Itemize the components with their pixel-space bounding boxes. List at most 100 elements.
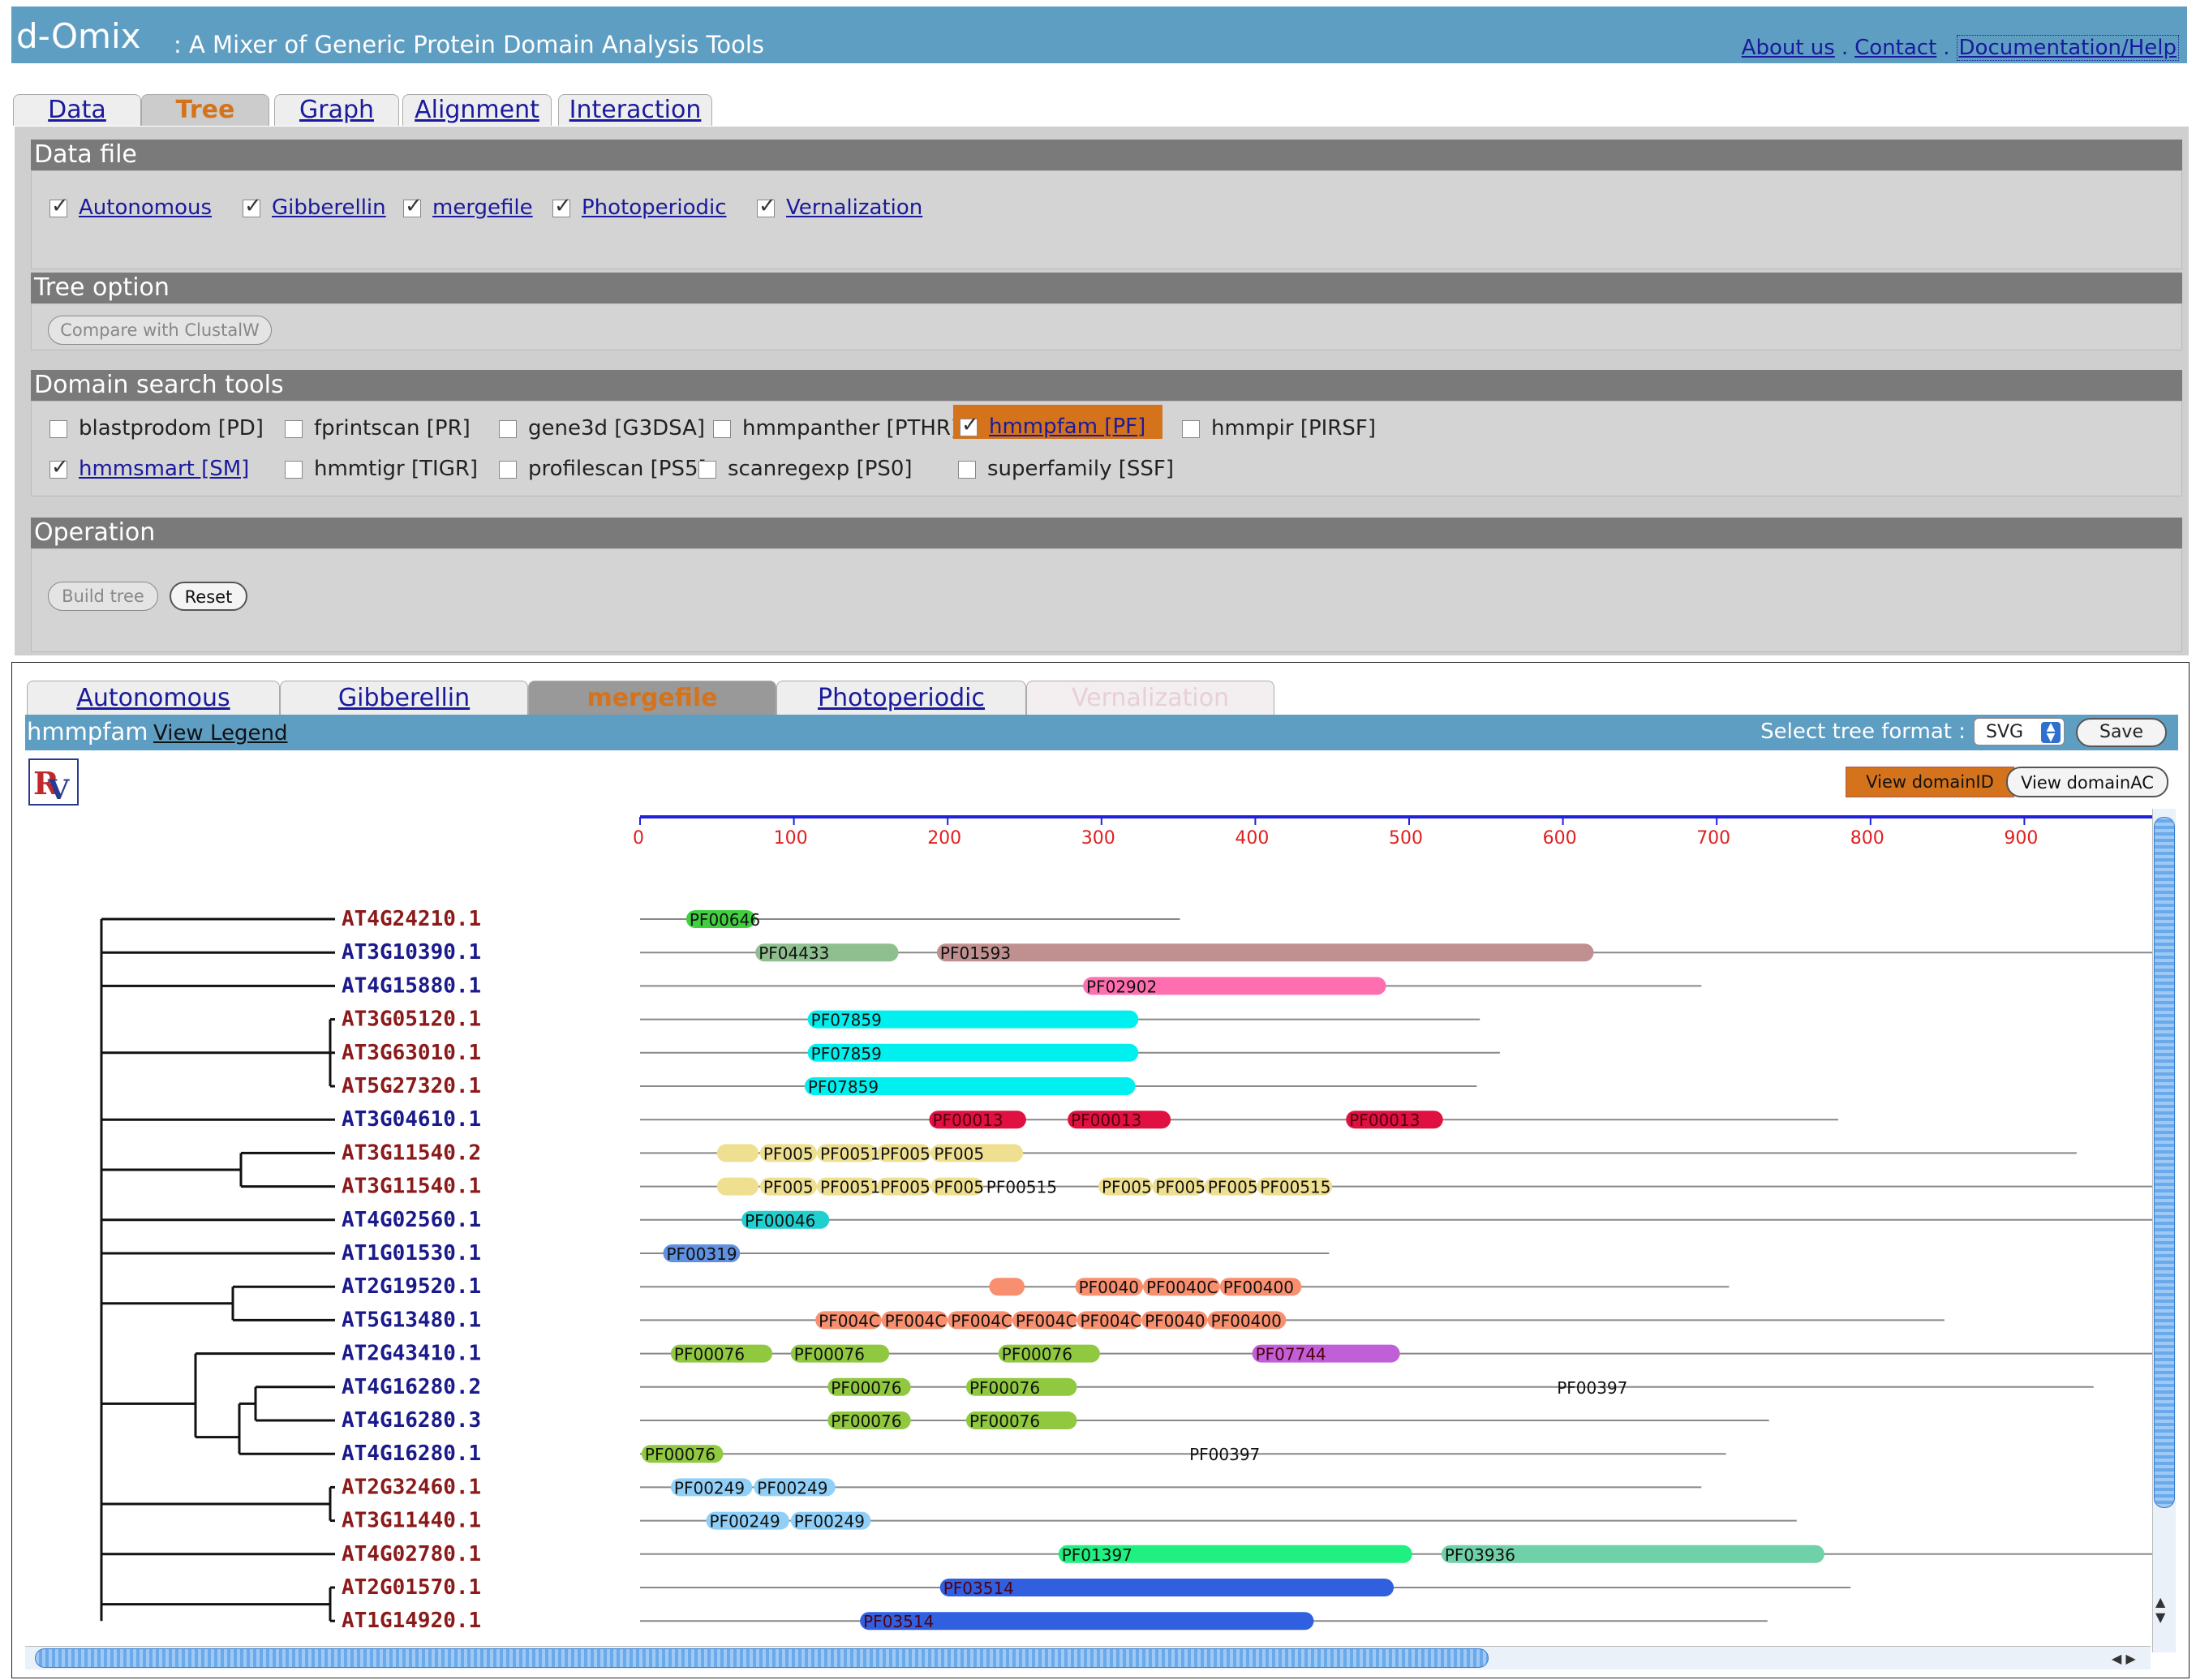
gene-label[interactable]: AT3G10390.1 — [342, 940, 481, 965]
datafile-option[interactable]: Gibberellin — [243, 194, 386, 220]
compare-clustalw-button[interactable]: Compare with ClustalW — [48, 316, 272, 345]
checkbox[interactable] — [49, 419, 67, 438]
checkbox[interactable] — [499, 460, 517, 479]
vertical-scrollbar[interactable] — [2152, 809, 2176, 1652]
gene-label[interactable]: AT4G24210.1 — [342, 907, 481, 931]
header-nav: About us. Contact. Documentation/Help — [1742, 35, 2179, 61]
datafile-label[interactable]: Photoperiodic — [582, 195, 727, 220]
datafile-option[interactable]: Autonomous — [49, 194, 212, 220]
gene-label[interactable]: AT2G32460.1 — [342, 1475, 481, 1499]
tool-label: hmmpir [PIRSF] — [1211, 416, 1376, 440]
datafile-label[interactable]: Vernalization — [786, 195, 922, 220]
tool-option[interactable]: hmmtigr [TIGR] — [285, 457, 478, 481]
tool-label: gene3d [G3DSA] — [528, 416, 706, 440]
tool-option[interactable]: gene3d [G3DSA] — [499, 416, 705, 440]
tool-option[interactable]: profilescan [PS5] — [499, 457, 707, 481]
gene-label[interactable]: AT1G14920.1 — [342, 1609, 481, 1633]
horizontal-scrollbar[interactable] — [25, 1646, 2151, 1669]
gene-label[interactable]: AT2G43410.1 — [342, 1342, 481, 1366]
domain-block[interactable] — [716, 1177, 759, 1196]
checkbox[interactable] — [713, 419, 731, 438]
tool-option[interactable]: hmmsmart [SM] — [49, 455, 249, 481]
gene-label[interactable]: AT4G15880.1 — [342, 973, 481, 998]
gene-label[interactable]: AT4G02780.1 — [342, 1542, 481, 1566]
domain-label: PF00249 — [674, 1478, 745, 1497]
gene-label[interactable]: AT4G02560.1 — [342, 1208, 481, 1232]
checkbox[interactable] — [499, 419, 517, 438]
gene-label[interactable]: AT1G01530.1 — [342, 1241, 481, 1265]
checkbox[interactable] — [243, 194, 262, 218]
domain-row: AT4G02560.1 PF00046 — [342, 1208, 2154, 1232]
tool-option[interactable]: scanregexp [PS0] — [698, 457, 913, 481]
tool-label[interactable]: hmmpfam [PF] — [989, 415, 1145, 439]
contact-link[interactable]: Contact — [1854, 36, 1936, 60]
scroll-thumb[interactable] — [35, 1648, 1489, 1668]
domain-label: PF004C — [885, 1311, 947, 1330]
checkbox[interactable] — [698, 460, 716, 479]
tool-option[interactable]: blastprodom [PD] — [49, 416, 264, 440]
checkbox[interactable] — [1182, 419, 1200, 438]
gene-label[interactable]: AT3G11540.1 — [342, 1175, 481, 1199]
checkbox[interactable] — [552, 194, 572, 218]
domain-label: PF00076 — [674, 1345, 745, 1364]
gene-label[interactable]: AT4G16280.2 — [342, 1375, 481, 1399]
domain-label: PF00076 — [831, 1378, 901, 1398]
tab-graph[interactable]: Graph — [274, 94, 399, 126]
domain-block[interactable] — [936, 943, 1594, 962]
tool-label: hmmtigr [TIGR] — [314, 457, 479, 481]
nav-separator: . — [1943, 36, 1950, 60]
documentation-help-link[interactable]: Documentation/Help — [1956, 35, 2179, 61]
domain-label: PF00515 — [1260, 1178, 1330, 1197]
domain-block[interactable] — [989, 1278, 1025, 1296]
datafile-option[interactable]: mergefile — [403, 194, 533, 220]
domain-label: PF00400 — [1211, 1311, 1282, 1330]
tool-option[interactable]: hmmpanther [PTHR] — [713, 416, 959, 440]
tool-option[interactable]: superfamily [SSF] — [958, 457, 1174, 481]
section-operation: Operation — [31, 518, 2182, 548]
scroll-up-down-icon[interactable]: ▲ ▼ — [2155, 1594, 2165, 1625]
gene-label[interactable]: AT5G13480.1 — [342, 1308, 481, 1332]
gene-label[interactable]: AT3G63010.1 — [342, 1041, 481, 1065]
checkbox[interactable] — [49, 455, 69, 479]
gene-label[interactable]: AT3G11540.2 — [342, 1141, 481, 1165]
tab-interaction[interactable]: Interaction — [558, 94, 712, 126]
checkbox[interactable] — [960, 413, 979, 437]
checkbox[interactable] — [403, 194, 423, 218]
checkbox[interactable] — [285, 419, 303, 438]
tab-tree[interactable]: Tree — [141, 94, 269, 126]
domain-row: AT3G11540.1 PF005 PF0051 PF005 PF005 PF00515 P… — [342, 1175, 2154, 1199]
checkbox[interactable] — [958, 460, 976, 479]
datafile-label[interactable]: mergefile — [432, 195, 533, 220]
reset-button[interactable]: Reset — [170, 582, 247, 611]
datafile-option[interactable]: Vernalization — [757, 194, 922, 220]
build-tree-button[interactable]: Build tree — [48, 582, 158, 611]
datafile-option[interactable]: Photoperiodic — [552, 194, 727, 220]
gene-label[interactable]: AT4G16280.1 — [342, 1442, 481, 1466]
tool-option[interactable]: fprintscan [PR] — [285, 416, 471, 440]
about-us-link[interactable]: About us — [1742, 36, 1835, 60]
domain-block[interactable] — [716, 1144, 759, 1162]
gene-label[interactable]: AT3G11440.1 — [342, 1509, 481, 1533]
scroll-thumb[interactable] — [2154, 817, 2175, 1508]
tab-alignment[interactable]: Alignment — [402, 94, 552, 126]
gene-label[interactable]: AT5G27320.1 — [342, 1074, 481, 1098]
datafile-label[interactable]: Autonomous — [79, 195, 212, 220]
checkbox[interactable] — [49, 194, 69, 218]
gene-label[interactable]: AT2G01570.1 — [342, 1575, 481, 1600]
tab-data[interactable]: Data — [13, 94, 141, 126]
axis-tick-label: 400 — [1235, 828, 1269, 849]
checkbox[interactable] — [285, 460, 303, 479]
checkbox[interactable] — [757, 194, 776, 218]
gene-label[interactable]: AT3G04610.1 — [342, 1107, 481, 1132]
tool-option[interactable]: hmmpir [PIRSF] — [1182, 416, 1376, 440]
tool-label[interactable]: hmmsmart [SM] — [79, 457, 249, 481]
gene-label[interactable]: AT2G19520.1 — [342, 1274, 481, 1299]
tool-option-selected[interactable]: hmmpfam [PF] — [953, 405, 1162, 439]
domain-label: PF07744 — [1256, 1345, 1326, 1364]
scroll-left-right-icon[interactable]: ◀ ▶ — [2112, 1651, 2136, 1666]
gene-label[interactable]: AT3G05120.1 — [342, 1008, 481, 1032]
gene-label[interactable]: AT4G16280.3 — [342, 1408, 481, 1433]
datafile-label[interactable]: Gibberellin — [272, 195, 386, 220]
operation-body: Build tree Reset — [31, 548, 2182, 652]
domain-label: PF00319 — [666, 1244, 737, 1264]
